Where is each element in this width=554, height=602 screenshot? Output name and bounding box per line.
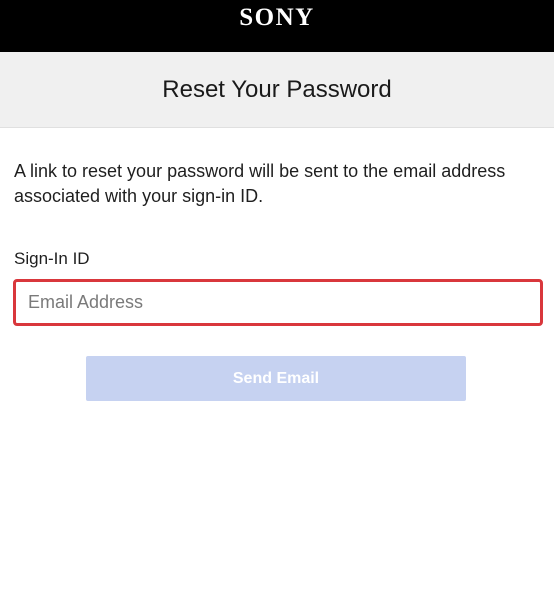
top-header-bar: SONY — [0, 0, 554, 52]
page-title: Reset Your Password — [162, 76, 392, 103]
send-email-button[interactable]: Send Email — [86, 356, 466, 401]
sony-logo: SONY — [239, 4, 315, 31]
sign-in-id-label: Sign-In ID — [14, 249, 90, 268]
reset-instructions-text: A link to reset your password will be se… — [14, 161, 506, 206]
email-address-input[interactable] — [13, 279, 543, 326]
page-title-band: Reset Your Password — [0, 52, 554, 128]
